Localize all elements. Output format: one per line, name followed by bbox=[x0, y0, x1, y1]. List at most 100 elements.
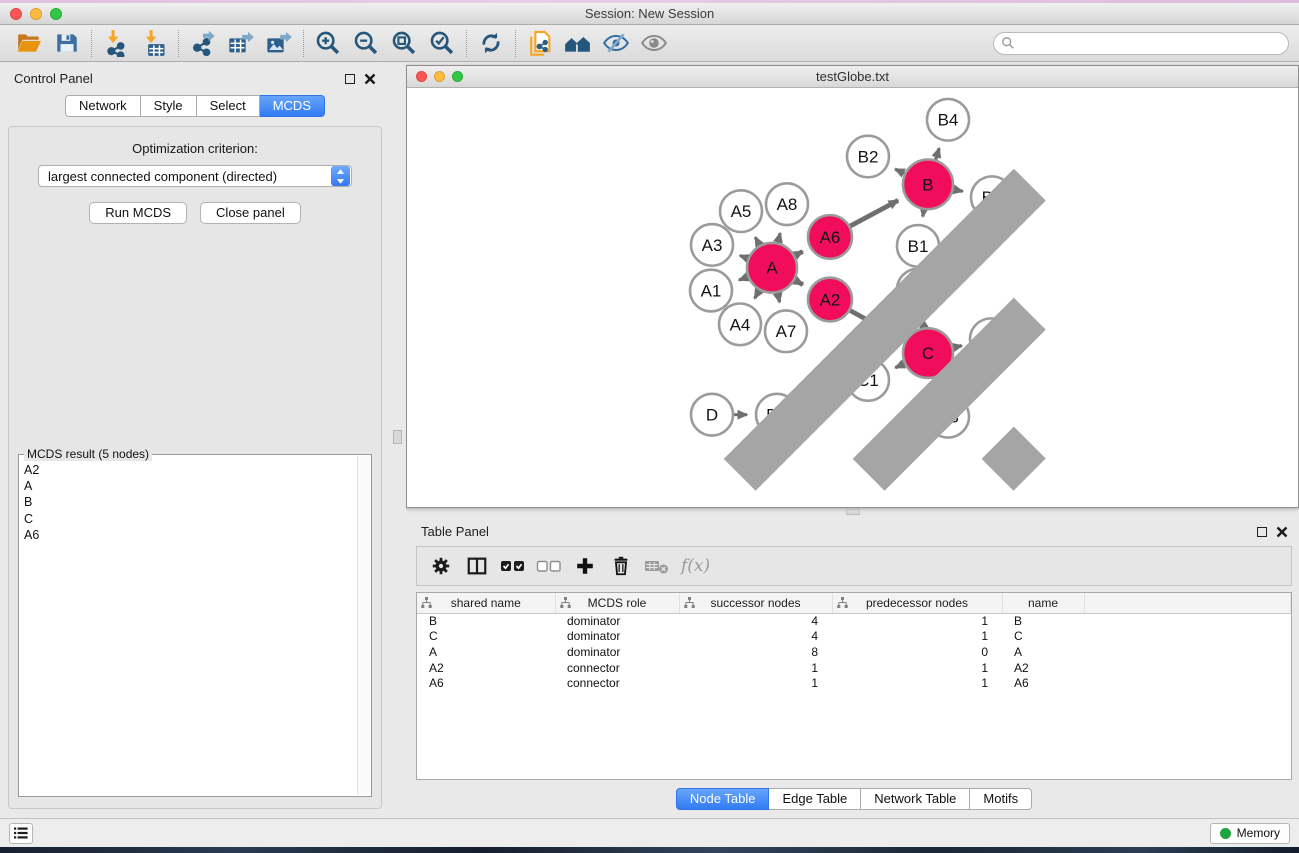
select-all-columns-button[interactable] bbox=[495, 550, 531, 582]
toolbar-separator bbox=[91, 30, 92, 57]
mcds-result-item[interactable]: A2 bbox=[24, 462, 356, 478]
table-cell[interactable]: 1 bbox=[679, 660, 832, 676]
memory-button[interactable]: Memory bbox=[1210, 823, 1290, 844]
result-scrollbar[interactable] bbox=[357, 456, 370, 795]
table-cell[interactable]: 1 bbox=[832, 629, 1002, 645]
table-row[interactable]: Cdominator41C bbox=[417, 629, 1291, 645]
table-cell[interactable]: dominator bbox=[555, 613, 679, 629]
zoom-fit-button[interactable] bbox=[385, 28, 423, 59]
import-network-button[interactable] bbox=[97, 28, 135, 59]
horizontal-splitter[interactable] bbox=[406, 508, 1299, 516]
tab-network[interactable]: Network bbox=[65, 95, 141, 117]
close-panel-icon[interactable] bbox=[364, 73, 376, 85]
mcds-result-item[interactable]: C bbox=[24, 511, 356, 527]
column-header-successor-nodes[interactable]: successor nodes bbox=[679, 593, 832, 613]
table-panel-header: Table Panel bbox=[416, 516, 1292, 541]
export-image-button[interactable] bbox=[260, 28, 298, 59]
table-cell[interactable]: A2 bbox=[417, 660, 555, 676]
mcds-result-item[interactable]: B bbox=[24, 494, 356, 510]
desktop-background bbox=[0, 847, 1299, 853]
float-panel-icon[interactable] bbox=[345, 74, 355, 84]
save-session-button[interactable] bbox=[48, 28, 86, 59]
open-session-button[interactable] bbox=[10, 28, 48, 59]
import-table-button[interactable] bbox=[135, 28, 173, 59]
zoom-out-button[interactable] bbox=[347, 28, 385, 59]
criterion-select[interactable]: largest connected component (directed) bbox=[38, 165, 352, 187]
zoom-selected-button[interactable] bbox=[423, 28, 461, 59]
table-cell[interactable]: A6 bbox=[1002, 675, 1084, 691]
table-cell[interactable]: A6 bbox=[417, 675, 555, 691]
table-cell[interactable]: connector bbox=[555, 675, 679, 691]
table-cell[interactable]: connector bbox=[555, 660, 679, 676]
resize-grip-icon[interactable] bbox=[407, 88, 1298, 507]
show-column-button[interactable] bbox=[459, 550, 495, 582]
export-network-button[interactable] bbox=[184, 28, 222, 59]
vertical-splitter[interactable] bbox=[390, 62, 406, 818]
export-table-button[interactable] bbox=[222, 28, 260, 59]
table-cell[interactable]: 4 bbox=[679, 613, 832, 629]
mcds-result-list[interactable]: A2ABCA6 bbox=[20, 456, 356, 795]
create-column-button[interactable] bbox=[567, 550, 603, 582]
table-cell[interactable]: B bbox=[417, 613, 555, 629]
table-cell[interactable]: B bbox=[1002, 613, 1084, 629]
splitter-handle[interactable] bbox=[846, 509, 860, 515]
mcds-result-item[interactable]: A6 bbox=[24, 527, 356, 543]
apply-layout-button[interactable] bbox=[472, 28, 510, 59]
table-cell[interactable]: 8 bbox=[679, 644, 832, 660]
show-hidden-button[interactable] bbox=[635, 28, 673, 59]
close-panel-icon[interactable] bbox=[1276, 526, 1288, 538]
network-window-title: testGlobe.txt bbox=[407, 69, 1298, 84]
delete-table-button[interactable] bbox=[639, 550, 675, 582]
mcds-result-item[interactable]: A bbox=[24, 478, 356, 494]
splitter-handle[interactable] bbox=[393, 430, 402, 444]
zoom-in-button[interactable] bbox=[309, 28, 347, 59]
node-table[interactable]: shared nameMCDS rolesuccessor nodesprede… bbox=[417, 593, 1291, 691]
table-settings-button[interactable] bbox=[423, 550, 459, 582]
table-cell[interactable]: dominator bbox=[555, 629, 679, 645]
function-builder-button[interactable]: f(x) bbox=[681, 556, 710, 576]
table-cell[interactable]: 1 bbox=[832, 675, 1002, 691]
run-mcds-button[interactable]: Run MCDS bbox=[89, 202, 187, 224]
table-cell[interactable]: 1 bbox=[832, 660, 1002, 676]
tab-style[interactable]: Style bbox=[141, 95, 197, 117]
table-cell[interactable]: C bbox=[1002, 629, 1084, 645]
memory-label: Memory bbox=[1237, 826, 1280, 840]
search-field[interactable] bbox=[993, 32, 1289, 55]
column-header-MCDS-role[interactable]: MCDS role bbox=[555, 593, 679, 613]
tab-motifs[interactable]: Motifs bbox=[970, 788, 1032, 810]
column-header-name[interactable]: name bbox=[1002, 593, 1084, 613]
new-network-from-selection-button[interactable] bbox=[521, 28, 559, 59]
table-cell[interactable]: 4 bbox=[679, 629, 832, 645]
table-cell[interactable]: A bbox=[1002, 644, 1084, 660]
table-row[interactable]: A6connector11A6 bbox=[417, 675, 1291, 691]
network-canvas[interactable]: AA1A2A3A4A5A6A7A8BB1B2B3B4CC1C2C3C4DD1 bbox=[407, 88, 1298, 507]
right-column: testGlobe.txt AA1A2A3A4A5A6A7A8BB1B2B3B4… bbox=[406, 62, 1299, 818]
copy-network-icon bbox=[526, 29, 554, 57]
search-input[interactable] bbox=[1019, 36, 1281, 50]
column-header-shared-name[interactable]: shared name bbox=[417, 593, 555, 613]
tab-edge-table[interactable]: Edge Table bbox=[769, 788, 861, 810]
tab-mcds[interactable]: MCDS bbox=[260, 95, 325, 117]
table-cell[interactable]: 1 bbox=[832, 613, 1002, 629]
table-cell[interactable]: C bbox=[417, 629, 555, 645]
unselect-all-columns-button[interactable] bbox=[531, 550, 567, 582]
tab-select[interactable]: Select bbox=[197, 95, 260, 117]
table-row[interactable]: Adominator80A bbox=[417, 644, 1291, 660]
table-cell[interactable]: A2 bbox=[1002, 660, 1084, 676]
table-row[interactable]: A2connector11A2 bbox=[417, 660, 1291, 676]
table-cell[interactable]: dominator bbox=[555, 644, 679, 660]
column-header-predecessor-nodes[interactable]: predecessor nodes bbox=[832, 593, 1002, 613]
float-panel-icon[interactable] bbox=[1257, 527, 1267, 537]
show-all-networks-button[interactable] bbox=[559, 28, 597, 59]
close-panel-button[interactable]: Close panel bbox=[200, 202, 301, 224]
hide-selected-button[interactable] bbox=[597, 28, 635, 59]
table-row[interactable]: Bdominator41B bbox=[417, 613, 1291, 629]
tab-node-table[interactable]: Node Table bbox=[676, 788, 770, 810]
delete-columns-button[interactable] bbox=[603, 550, 639, 582]
eye-icon bbox=[639, 30, 669, 56]
task-history-button[interactable] bbox=[9, 823, 33, 844]
table-cell[interactable]: A bbox=[417, 644, 555, 660]
tab-network-table[interactable]: Network Table bbox=[861, 788, 970, 810]
table-cell[interactable]: 1 bbox=[679, 675, 832, 691]
table-cell[interactable]: 0 bbox=[832, 644, 1002, 660]
